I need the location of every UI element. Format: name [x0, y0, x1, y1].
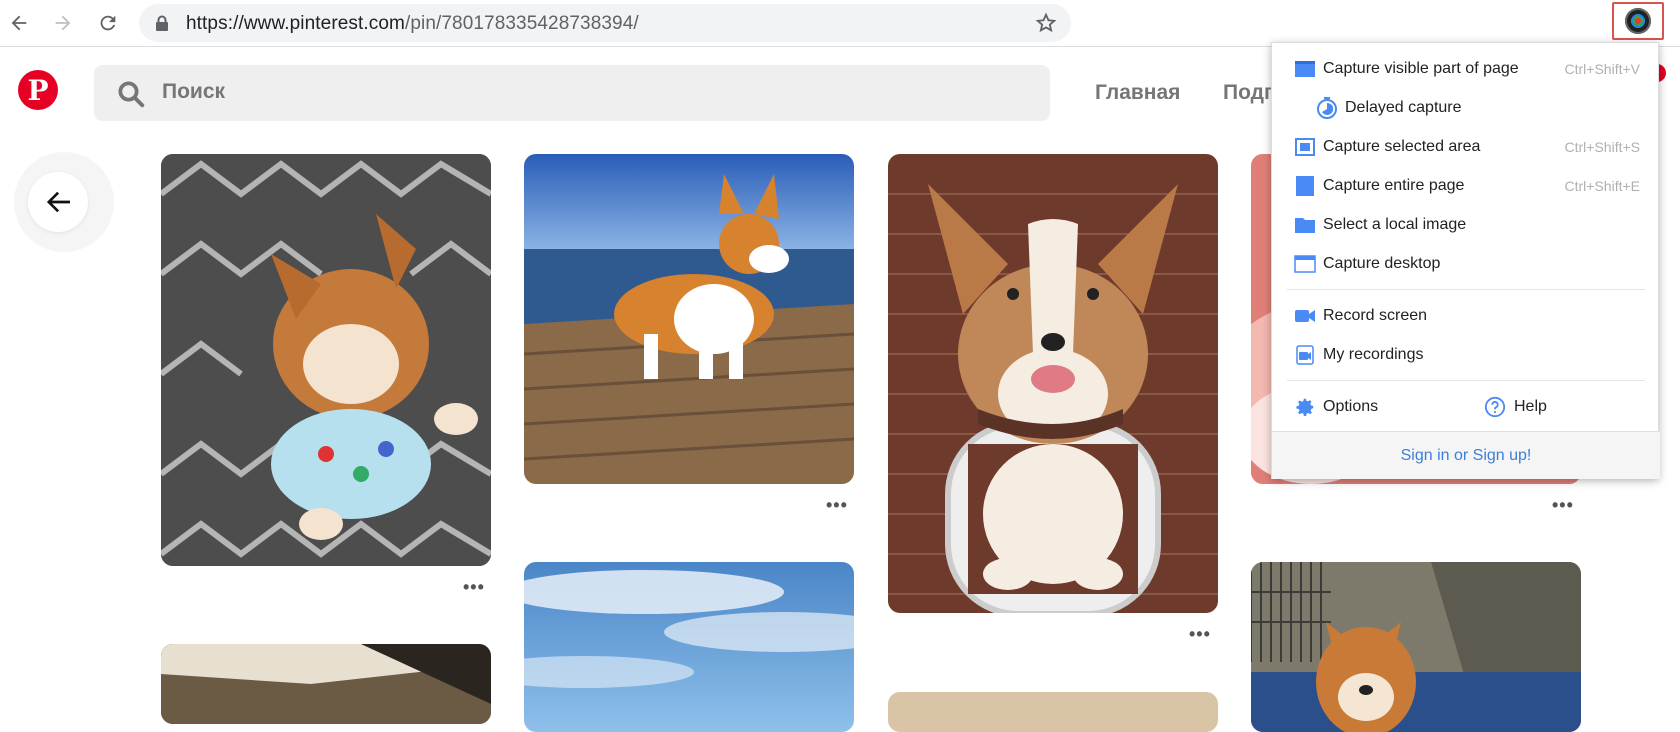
video-camera-icon: [1295, 310, 1315, 322]
menu-divider: [1287, 289, 1645, 290]
back-arrow-icon: [46, 191, 70, 213]
search-input[interactable]: Поиск: [94, 65, 1050, 121]
nav-home[interactable]: Главная: [1095, 81, 1180, 105]
address-bar[interactable]: https://www.pinterest.com/pin/7801783354…: [139, 4, 1071, 42]
screenshot-extension-button[interactable]: [1612, 2, 1664, 40]
gear-icon: [1296, 398, 1314, 416]
pin-more-button[interactable]: •••: [1189, 624, 1211, 645]
pin-more-button[interactable]: •••: [826, 495, 848, 516]
my-recordings-menu-item[interactable]: My recordings: [1272, 337, 1660, 373]
pin-image-corgi-crate[interactable]: [1251, 562, 1581, 732]
visible-page-icon: [1295, 61, 1315, 77]
pin-image-corgi-dock[interactable]: [524, 154, 854, 484]
screenshot-extension-icon: [1625, 8, 1651, 34]
pin-more-button[interactable]: •••: [1552, 495, 1574, 516]
capture-entire-page-menu-item[interactable]: Capture entire page Ctrl+Shift+E: [1272, 168, 1660, 204]
capture-selected-area-menu-item[interactable]: Capture selected area Ctrl+Shift+S: [1272, 129, 1660, 165]
capture-visible-menu-item[interactable]: Capture visible part of page Ctrl+Shift+…: [1272, 51, 1660, 87]
help-icon: [1484, 396, 1506, 418]
back-button[interactable]: [14, 152, 114, 252]
help-menu-item[interactable]: Help: [1484, 389, 1654, 425]
back-arrow-icon[interactable]: [6, 10, 32, 36]
forward-arrow-icon[interactable]: [50, 10, 76, 36]
browser-toolbar: https://www.pinterest.com/pin/7801783354…: [0, 0, 1680, 47]
reload-icon[interactable]: [95, 10, 121, 36]
lock-icon: [156, 15, 168, 31]
timer-icon: [1317, 97, 1337, 119]
pin-image-sky[interactable]: [524, 562, 854, 732]
record-screen-menu-item[interactable]: Record screen: [1272, 298, 1660, 334]
entire-page-icon: [1296, 176, 1314, 196]
url-text: https://www.pinterest.com/pin/7801783354…: [186, 13, 639, 34]
desktop-icon: [1294, 255, 1316, 273]
sign-in-link[interactable]: Sign in or Sign up!: [1272, 431, 1660, 479]
pin-image-corgi-blanket[interactable]: [161, 154, 491, 566]
bookmark-star-icon[interactable]: [1035, 12, 1057, 34]
options-menu-item[interactable]: Options: [1272, 389, 1462, 425]
folder-icon: [1295, 218, 1315, 233]
search-placeholder: Поиск: [162, 80, 226, 103]
screenshot-extension-popup: Capture visible part of page Ctrl+Shift+…: [1271, 42, 1660, 479]
nav-following[interactable]: Подп: [1223, 81, 1277, 105]
menu-divider: [1287, 380, 1645, 381]
select-local-image-menu-item[interactable]: Select a local image: [1272, 207, 1660, 243]
pin-image-partial[interactable]: [888, 692, 1218, 732]
delayed-capture-menu-item[interactable]: Delayed capture: [1272, 90, 1660, 126]
pin-image-corgi-brick[interactable]: [888, 154, 1218, 613]
pinterest-logo[interactable]: P: [18, 70, 58, 110]
pin-more-button[interactable]: •••: [463, 577, 485, 598]
recordings-icon: [1296, 345, 1314, 365]
search-icon: [118, 81, 145, 108]
selected-area-icon: [1295, 138, 1315, 156]
capture-desktop-menu-item[interactable]: Capture desktop: [1272, 246, 1660, 282]
pin-image-partial[interactable]: [161, 644, 491, 724]
